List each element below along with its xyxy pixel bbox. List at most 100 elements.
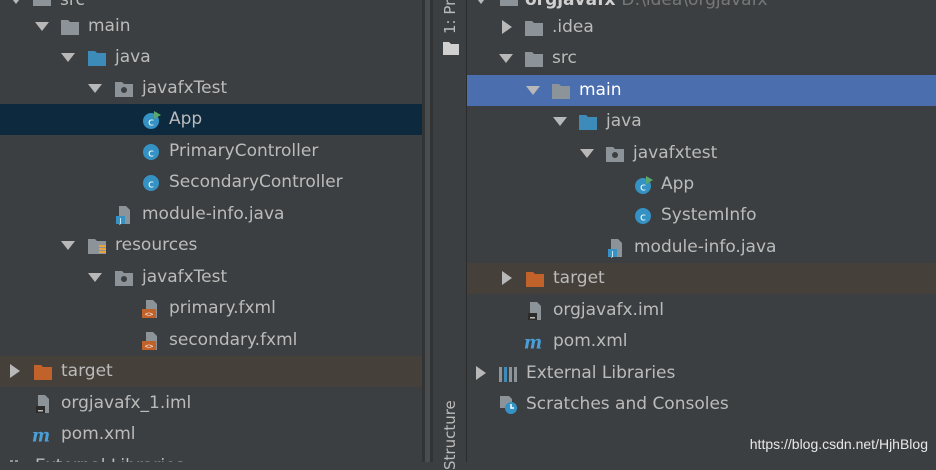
collapse-arrow-icon[interactable] bbox=[6, 356, 22, 387]
tree-item-label: orgjavafx.iml bbox=[553, 300, 664, 320]
fxml-file-icon: <> bbox=[142, 332, 157, 351]
tree-item-label: PrimaryController bbox=[169, 141, 319, 161]
svg-text:c: c bbox=[148, 178, 154, 191]
tree-item-label: java bbox=[606, 111, 642, 131]
tree-item-primary-fxml[interactable]: <> primary.fxml bbox=[0, 293, 422, 324]
right-project-tree: orgjavafx D:\idea\orgjavafx .idea src ma… bbox=[467, 0, 936, 462]
tree-item-external-libraries-partial[interactable]: External Libraries bbox=[0, 451, 422, 462]
folder-icon bbox=[61, 20, 79, 35]
java-file-icon: J bbox=[608, 239, 622, 258]
svg-text:J: J bbox=[118, 217, 121, 225]
tree-item-label: pom.xml bbox=[553, 331, 628, 351]
tree-item-pom[interactable]: m pom.xml bbox=[467, 326, 936, 357]
collapse-arrow-icon[interactable] bbox=[472, 358, 488, 389]
svg-text:c: c bbox=[640, 211, 646, 224]
fxml-file-icon: <> bbox=[142, 300, 157, 319]
tree-item-app[interactable]: c App bbox=[467, 169, 936, 200]
tree-item-src[interactable]: src bbox=[467, 43, 936, 74]
tree-item-label: External Libraries bbox=[35, 451, 184, 462]
tool-window-strip bbox=[433, 0, 467, 462]
tree-item-label: orgjavafx_1.iml bbox=[61, 393, 192, 413]
tree-item-label: javafxTest bbox=[142, 267, 228, 287]
tree-item-target[interactable]: target bbox=[0, 356, 422, 387]
tree-item-resources[interactable]: resources bbox=[0, 230, 422, 261]
left-scrollbar[interactable] bbox=[422, 0, 433, 462]
collapse-arrow-icon[interactable] bbox=[498, 12, 514, 43]
tree-item-package[interactable]: javafxtest bbox=[467, 138, 936, 169]
tree-item-label: javafxTest bbox=[142, 78, 228, 98]
libraries-icon bbox=[10, 460, 18, 462]
iml-file-icon bbox=[528, 302, 541, 320]
class-icon: c bbox=[143, 175, 159, 191]
tree-item-iml[interactable]: orgjavafx.iml bbox=[467, 295, 936, 326]
expand-arrow-icon[interactable] bbox=[60, 42, 76, 73]
resources-folder-icon bbox=[88, 239, 106, 254]
tree-item-idea[interactable]: .idea bbox=[467, 12, 936, 43]
tree-item-app[interactable]: c App bbox=[0, 104, 422, 135]
source-folder-icon bbox=[88, 51, 106, 66]
tree-item-module-info[interactable]: J module-info.java bbox=[0, 199, 422, 230]
tree-item-main[interactable]: main bbox=[0, 11, 422, 42]
tree-item-label: module-info.java bbox=[634, 237, 777, 257]
left-project-tree: src main java javafxTest c App c Primary… bbox=[0, 0, 422, 462]
folder-icon bbox=[500, 0, 518, 6]
tree-item-scratches[interactable]: Scratches and Consoles bbox=[467, 389, 936, 420]
expand-arrow-icon[interactable] bbox=[498, 43, 514, 74]
folder-icon bbox=[525, 21, 543, 36]
project-tool-tab[interactable]: 1: Pr bbox=[441, 0, 459, 34]
tree-item-label: java bbox=[115, 47, 151, 67]
java-file-icon: J bbox=[116, 206, 130, 225]
iml-file-icon bbox=[36, 395, 49, 413]
expand-arrow-icon[interactable] bbox=[87, 262, 103, 293]
tree-item-label: SystemInfo bbox=[661, 205, 757, 225]
expand-arrow-icon[interactable] bbox=[60, 230, 76, 261]
project-tab-icon bbox=[443, 42, 459, 55]
tree-item-label: pom.xml bbox=[61, 424, 136, 444]
tree-item-label: resources bbox=[115, 235, 198, 255]
tree-item-label: target bbox=[553, 268, 605, 288]
collapse-arrow-icon[interactable] bbox=[498, 263, 514, 294]
tree-item-secondary-fxml[interactable]: <> secondary.fxml bbox=[0, 325, 422, 356]
tree-item-java[interactable]: java bbox=[0, 42, 422, 73]
expand-arrow-icon[interactable] bbox=[87, 73, 103, 104]
tree-item-label: External Libraries bbox=[526, 363, 676, 383]
tree-item-external-libraries[interactable]: External Libraries bbox=[467, 358, 936, 389]
scratches-icon bbox=[500, 396, 517, 414]
tree-item-java[interactable]: java bbox=[467, 106, 936, 137]
tree-item-label: module-info.java bbox=[142, 204, 285, 224]
tree-item-main[interactable]: main bbox=[467, 75, 936, 106]
tree-item-label: main bbox=[88, 16, 131, 36]
tree-item-label: .idea bbox=[552, 17, 594, 37]
svg-text:c: c bbox=[148, 147, 154, 160]
tree-item-target[interactable]: target bbox=[467, 263, 936, 294]
svg-text:<>: <> bbox=[145, 311, 153, 319]
tree-item-pom[interactable]: m pom.xml bbox=[0, 419, 422, 450]
expand-arrow-icon[interactable] bbox=[579, 138, 595, 169]
tree-item-label: secondary.fxml bbox=[169, 330, 298, 350]
tree-item-module-info[interactable]: J module-info.java bbox=[467, 232, 936, 263]
expand-arrow-icon[interactable] bbox=[525, 75, 541, 106]
tree-item-label: target bbox=[61, 361, 113, 381]
svg-text:m: m bbox=[32, 426, 50, 445]
tree-item-secondary-controller[interactable]: c SecondaryController bbox=[0, 167, 422, 198]
svg-text:J: J bbox=[610, 250, 613, 258]
structure-tool-tab[interactable]: Structure bbox=[441, 400, 459, 470]
class-icon: c bbox=[143, 144, 159, 160]
tree-item-systeminfo[interactable]: c SystemInfo bbox=[467, 200, 936, 231]
libraries-icon bbox=[499, 367, 517, 382]
expand-arrow-icon[interactable] bbox=[552, 106, 568, 137]
tree-item-package[interactable]: javafxTest bbox=[0, 73, 422, 104]
runnable-class-icon: c bbox=[143, 111, 161, 129]
tree-item-label: Scratches and Consoles bbox=[526, 394, 729, 414]
scrollbar-thumb[interactable] bbox=[425, 0, 430, 462]
maven-icon: m bbox=[32, 426, 50, 445]
tree-item-primary-controller[interactable]: c PrimaryController bbox=[0, 136, 422, 167]
tree-item-label: javafxtest bbox=[633, 143, 718, 163]
source-folder-icon bbox=[579, 115, 597, 130]
maven-icon: m bbox=[524, 333, 542, 352]
project-root-partial: orgjavafx D:\idea\orgjavafx bbox=[525, 0, 768, 10]
tree-item-package[interactable]: javafxTest bbox=[0, 262, 422, 293]
tree-item-label: primary.fxml bbox=[169, 298, 276, 318]
tree-item-iml[interactable]: orgjavafx_1.iml bbox=[0, 388, 422, 419]
expand-arrow-icon[interactable] bbox=[34, 11, 50, 42]
